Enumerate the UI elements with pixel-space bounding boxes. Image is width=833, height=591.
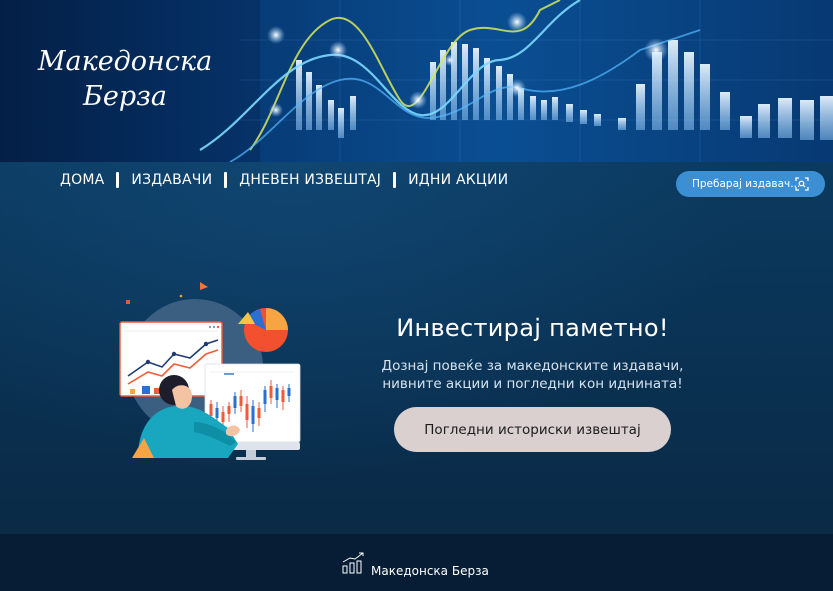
search-scan-icon[interactable] — [795, 177, 809, 191]
hero-title: Инвестирај паметно! — [396, 314, 669, 342]
brand-line-2: Берза — [83, 81, 167, 112]
nav-item-future-stocks[interactable]: ИДНИ АКЦИИ — [396, 172, 520, 188]
investor-illustration — [119, 282, 301, 460]
confetti-shape — [200, 282, 208, 290]
brand-line-1: Македонска — [37, 46, 213, 77]
footer: Македонска Берза — [0, 534, 833, 591]
nav-item-issuers[interactable]: ИЗДАВАЧИ — [119, 172, 224, 188]
stock-chart-logo-icon — [342, 552, 364, 574]
main-content: ДОМА ИЗДАВАЧИ ДНЕВЕН ИЗВЕШТАЈ ИДНИ АКЦИИ — [0, 162, 833, 534]
hero-subtitle: Дознај повеќе за македонските издавачи, … — [370, 357, 695, 393]
nav-item-daily-report[interactable]: ДНЕВЕН ИЗВЕШТАЈ — [227, 172, 393, 188]
footer-brand-text: Македонска Берза — [371, 564, 489, 578]
search-input[interactable] — [692, 178, 800, 190]
site-logo-text[interactable]: Македонска Берза — [30, 44, 220, 114]
hero-subtitle-line-1: Дознај повеќе за македонските издавачи, — [381, 358, 684, 374]
hero-subtitle-line-2: нивните акции и погледни кон иднината! — [382, 376, 683, 392]
historical-report-button[interactable]: Погледни историски извештај — [394, 407, 671, 452]
main-nav: ДОМА ИЗДАВАЧИ ДНЕВЕН ИЗВЕШТАЈ ИДНИ АКЦИИ — [48, 172, 520, 188]
search-bar[interactable] — [676, 171, 825, 197]
header-banner: Македонска Берза — [0, 0, 833, 162]
nav-item-home[interactable]: ДОМА — [48, 172, 116, 188]
page: Македонска Берза ДОМА ИЗДАВАЧИ ДНЕВЕН ИЗ… — [0, 0, 833, 591]
confetti-shape — [126, 300, 130, 304]
